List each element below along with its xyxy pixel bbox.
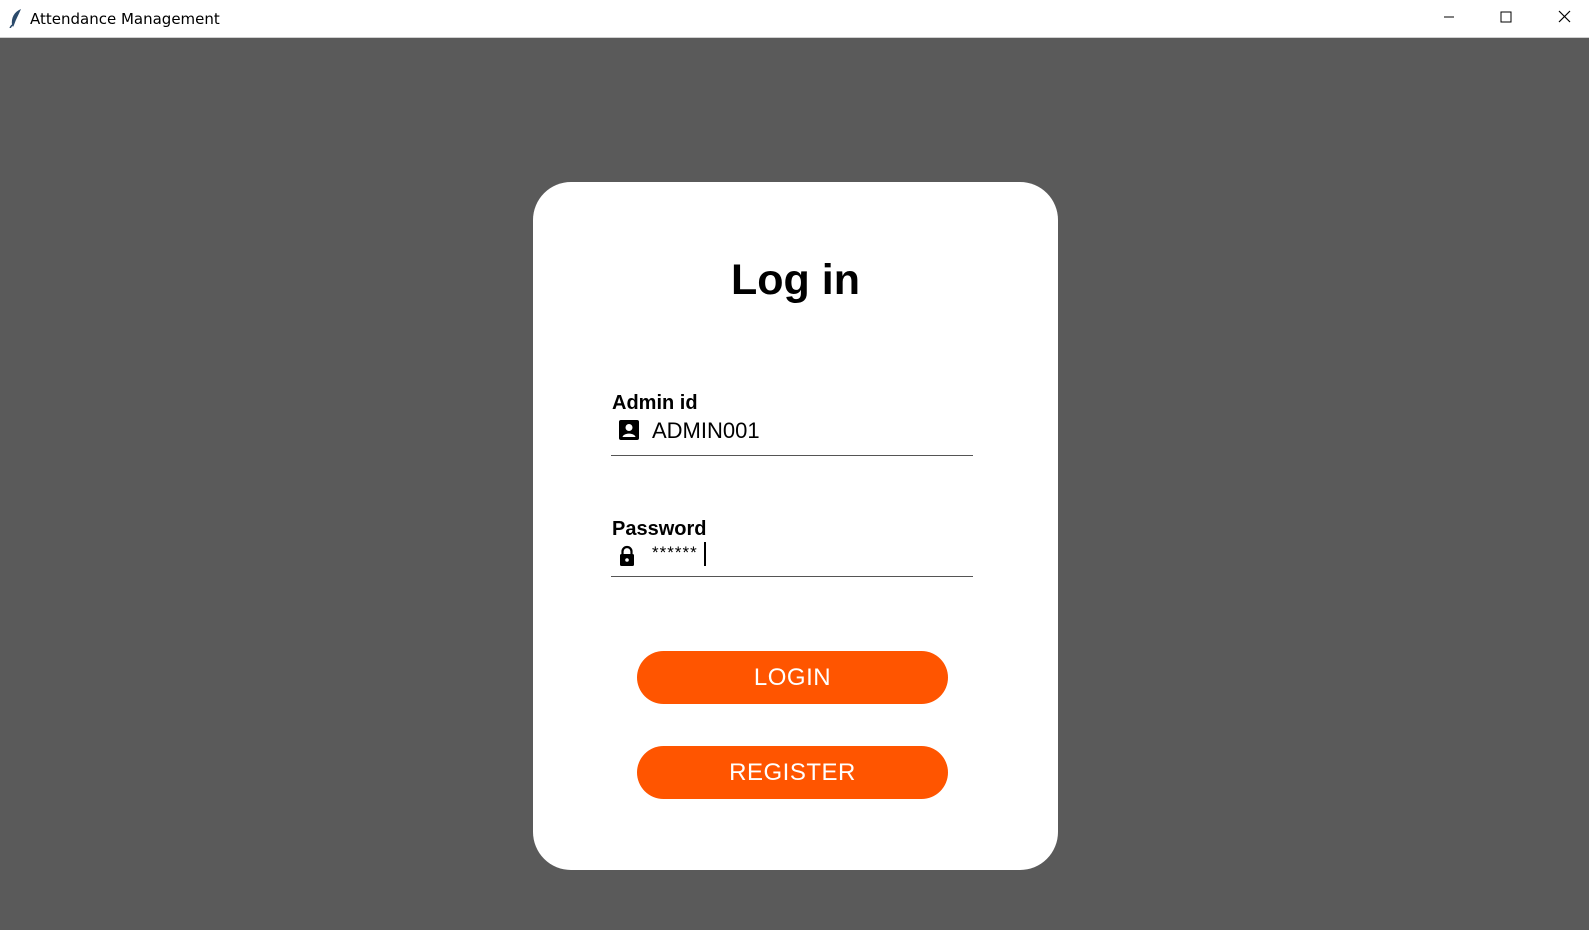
feather-icon (8, 8, 24, 29)
admin-id-underline (611, 455, 973, 456)
main-area: Log in Admin id ADMIN001 Password ******… (0, 38, 1589, 930)
lock-icon (618, 545, 636, 572)
title-bar: Attendance Management (0, 0, 1589, 38)
page-title: Log in (731, 256, 860, 304)
password-input[interactable]: ****** (652, 543, 698, 563)
admin-id-label: Admin id (612, 392, 698, 414)
password-label: Password (612, 518, 707, 540)
close-button[interactable] (1535, 0, 1589, 37)
window-title: Attendance Management (30, 10, 220, 28)
maximize-icon (1500, 10, 1512, 28)
login-button[interactable]: LOGIN (637, 651, 948, 704)
password-underline (611, 576, 973, 577)
maximize-button[interactable] (1477, 0, 1535, 37)
register-button[interactable]: REGISTER (637, 746, 948, 799)
admin-id-input[interactable]: ADMIN001 (652, 418, 760, 444)
login-card: Log in Admin id ADMIN001 Password ******… (533, 182, 1058, 870)
account-box-icon (618, 419, 640, 446)
close-icon (1558, 10, 1571, 28)
minimize-icon (1443, 10, 1455, 28)
minimize-button[interactable] (1420, 0, 1478, 37)
text-cursor (704, 542, 706, 566)
